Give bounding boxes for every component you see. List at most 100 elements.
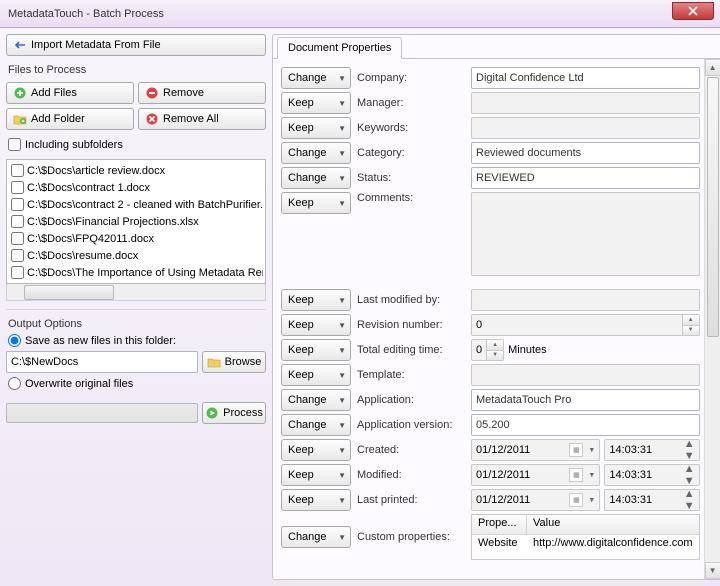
property-row-application: Change▼ Application: MetadataTouch Pro <box>281 389 700 411</box>
scroll-up-arrow[interactable]: ▲ <box>705 59 720 76</box>
action-select-edit_time[interactable]: Keep▼ <box>281 339 351 361</box>
value-application[interactable]: MetadataTouch Pro <box>471 389 700 411</box>
save-as-new-radio[interactable]: Save as new files in this folder: <box>8 334 266 347</box>
include-subfolders-checkbox[interactable]: Including subfolders <box>8 138 266 151</box>
value-keywords <box>471 117 700 139</box>
import-arrow-icon <box>13 38 27 52</box>
value-app_version[interactable]: 05.200 <box>471 414 700 436</box>
file-list[interactable]: C:\$Docs\article review.docxC:\$Docs\con… <box>6 159 266 284</box>
action-select-app_version[interactable]: Change▼ <box>281 414 351 436</box>
value-company[interactable]: Digital Confidence Ltd <box>471 67 700 89</box>
action-select-custom[interactable]: Change▼ <box>281 526 351 548</box>
label-revision: Revision number: <box>357 319 465 331</box>
process-button[interactable]: Process <box>202 402 266 424</box>
file-item[interactable]: C:\$Docs\contract 2 - cleaned with Batch… <box>9 196 263 213</box>
window-title: MetadataTouch - Batch Process <box>8 8 164 20</box>
minus-icon <box>145 86 159 100</box>
action-select-modified[interactable]: Keep▼ <box>281 464 351 486</box>
datetime-modified: 01/12/2011▦▼14:03:31▲▼ <box>471 464 700 486</box>
properties-form: Change▼ Company: Digital Confidence Ltd Kee… <box>273 59 704 579</box>
file-item[interactable]: C:\$Docs\FPQ42011.docx <box>9 230 263 247</box>
import-button[interactable]: Import Metadata From File <box>6 34 266 56</box>
property-row-revision: Keep▼ Revision number: 0▲▼ <box>281 314 700 336</box>
action-select-application[interactable]: Change▼ <box>281 389 351 411</box>
property-row-keywords: Keep▼ Keywords: <box>281 117 700 139</box>
property-row-last_mod_by: Keep▼ Last modified by: <box>281 289 700 311</box>
label-modified: Modified: <box>357 469 465 481</box>
right-panel: Document Properties Change▼ Company: Digit… <box>272 34 720 580</box>
tab-document-properties[interactable]: Document Properties <box>277 37 402 59</box>
label-application: Application: <box>357 394 465 406</box>
add-folder-button[interactable]: Add Folder <box>6 108 134 130</box>
add-files-button[interactable]: Add Files <box>6 82 134 104</box>
value-status[interactable]: REVIEWED <box>471 167 700 189</box>
property-row-custom: Change▼Custom properties:Prope...ValueWe… <box>281 514 700 560</box>
datetime-created: 01/12/2011▦▼14:03:31▲▼ <box>471 439 700 461</box>
label-keywords: Keywords: <box>357 122 465 134</box>
value-comments <box>471 192 700 276</box>
property-row-manager: Keep▼Manager: <box>281 92 700 114</box>
folder-plus-icon <box>13 112 27 126</box>
properties-vscroll[interactable]: ▲ ▼ <box>704 59 720 579</box>
file-list-hscroll[interactable] <box>6 284 266 301</box>
value-category[interactable]: Reviewed documents <box>471 142 700 164</box>
spinner-edit_time: 0▲▼ <box>471 339 504 361</box>
label-last_printed: Last printed: <box>357 494 465 506</box>
file-item[interactable]: C:\$Docs\contract 1.docx <box>9 179 263 196</box>
property-row-last_printed: Keep▼Last printed:01/12/2011▦▼14:03:31▲▼ <box>281 489 700 511</box>
browse-button[interactable]: Browse <box>202 351 266 373</box>
file-item[interactable]: C:\$Docs\resume.docx <box>9 247 263 264</box>
property-row-comments: Keep▼ Comments: <box>281 192 700 276</box>
property-row-created: Keep▼ Created: 01/12/2011▦▼14:03:31▲▼ <box>281 439 700 461</box>
file-item[interactable]: C:\$Docs\Financial Projections.xlsx <box>9 213 263 230</box>
action-select-company[interactable]: Change▼ <box>281 67 351 89</box>
custom-properties-table[interactable]: Prope...ValueWebsitehttp://www.digitalco… <box>471 514 700 560</box>
close-button[interactable] <box>672 2 714 20</box>
label-edit_time: Total editing time: <box>357 344 465 356</box>
label-last_mod_by: Last modified by: <box>357 294 465 306</box>
label-category: Category: <box>357 147 465 159</box>
action-select-created[interactable]: Keep▼ <box>281 439 351 461</box>
action-select-comments[interactable]: Keep▼ <box>281 192 351 214</box>
label-app_version: Application version: <box>357 419 465 431</box>
spinner-revision: 0▲▼ <box>471 314 700 336</box>
output-path-input[interactable] <box>6 351 198 373</box>
action-select-category[interactable]: Change▼ <box>281 142 351 164</box>
label-comments: Comments: <box>357 192 465 204</box>
label-company: Company: <box>357 72 465 84</box>
overwrite-radio[interactable]: Overwrite original files <box>8 377 266 390</box>
action-select-status[interactable]: Change▼ <box>281 167 351 189</box>
property-row-category: Change▼ Category: Reviewed documents <box>281 142 700 164</box>
property-row-modified: Keep▼ Modified: 01/12/2011▦▼14:03:31▲▼ <box>281 464 700 486</box>
left-panel: Import Metadata From File Files to Proce… <box>6 34 266 580</box>
remove-all-button[interactable]: Remove All <box>138 108 266 130</box>
import-label: Import Metadata From File <box>31 39 161 51</box>
plus-icon <box>13 86 27 100</box>
property-row-edit_time: Keep▼Total editing time:0▲▼Minutes <box>281 339 700 361</box>
file-item[interactable]: C:\$Docs\The Importance of Using Metadat… <box>9 264 263 281</box>
action-select-template[interactable]: Keep▼ <box>281 364 351 386</box>
label-created: Created: <box>357 444 465 456</box>
value-last_mod_by <box>471 289 700 311</box>
file-item[interactable]: C:\$Docs\article review.docx <box>9 162 263 179</box>
property-row-app_version: Change▼ Application version: 05.200 <box>281 414 700 436</box>
action-select-last_mod_by[interactable]: Keep▼ <box>281 289 351 311</box>
action-select-revision[interactable]: Keep▼ <box>281 314 351 336</box>
title-bar: MetadataTouch - Batch Process <box>0 0 720 28</box>
property-row-template: Keep▼ Template: <box>281 364 700 386</box>
action-select-manager[interactable]: Keep▼ <box>281 92 351 114</box>
label-template: Template: <box>357 369 465 381</box>
files-to-process-label: Files to Process <box>8 64 266 76</box>
label-status: Status: <box>357 172 465 184</box>
action-select-last_printed[interactable]: Keep▼ <box>281 489 351 511</box>
calendar-icon: ▦ <box>569 468 583 482</box>
remove-button[interactable]: Remove <box>138 82 266 104</box>
calendar-icon: ▦ <box>569 493 583 507</box>
scroll-thumb[interactable] <box>707 77 719 337</box>
output-options-label: Output Options <box>8 318 266 330</box>
scroll-down-arrow[interactable]: ▼ <box>705 562 720 579</box>
value-manager <box>471 92 700 114</box>
action-select-keywords[interactable]: Keep▼ <box>281 117 351 139</box>
property-row-company: Change▼ Company: Digital Confidence Ltd <box>281 67 700 89</box>
play-icon <box>205 406 219 420</box>
